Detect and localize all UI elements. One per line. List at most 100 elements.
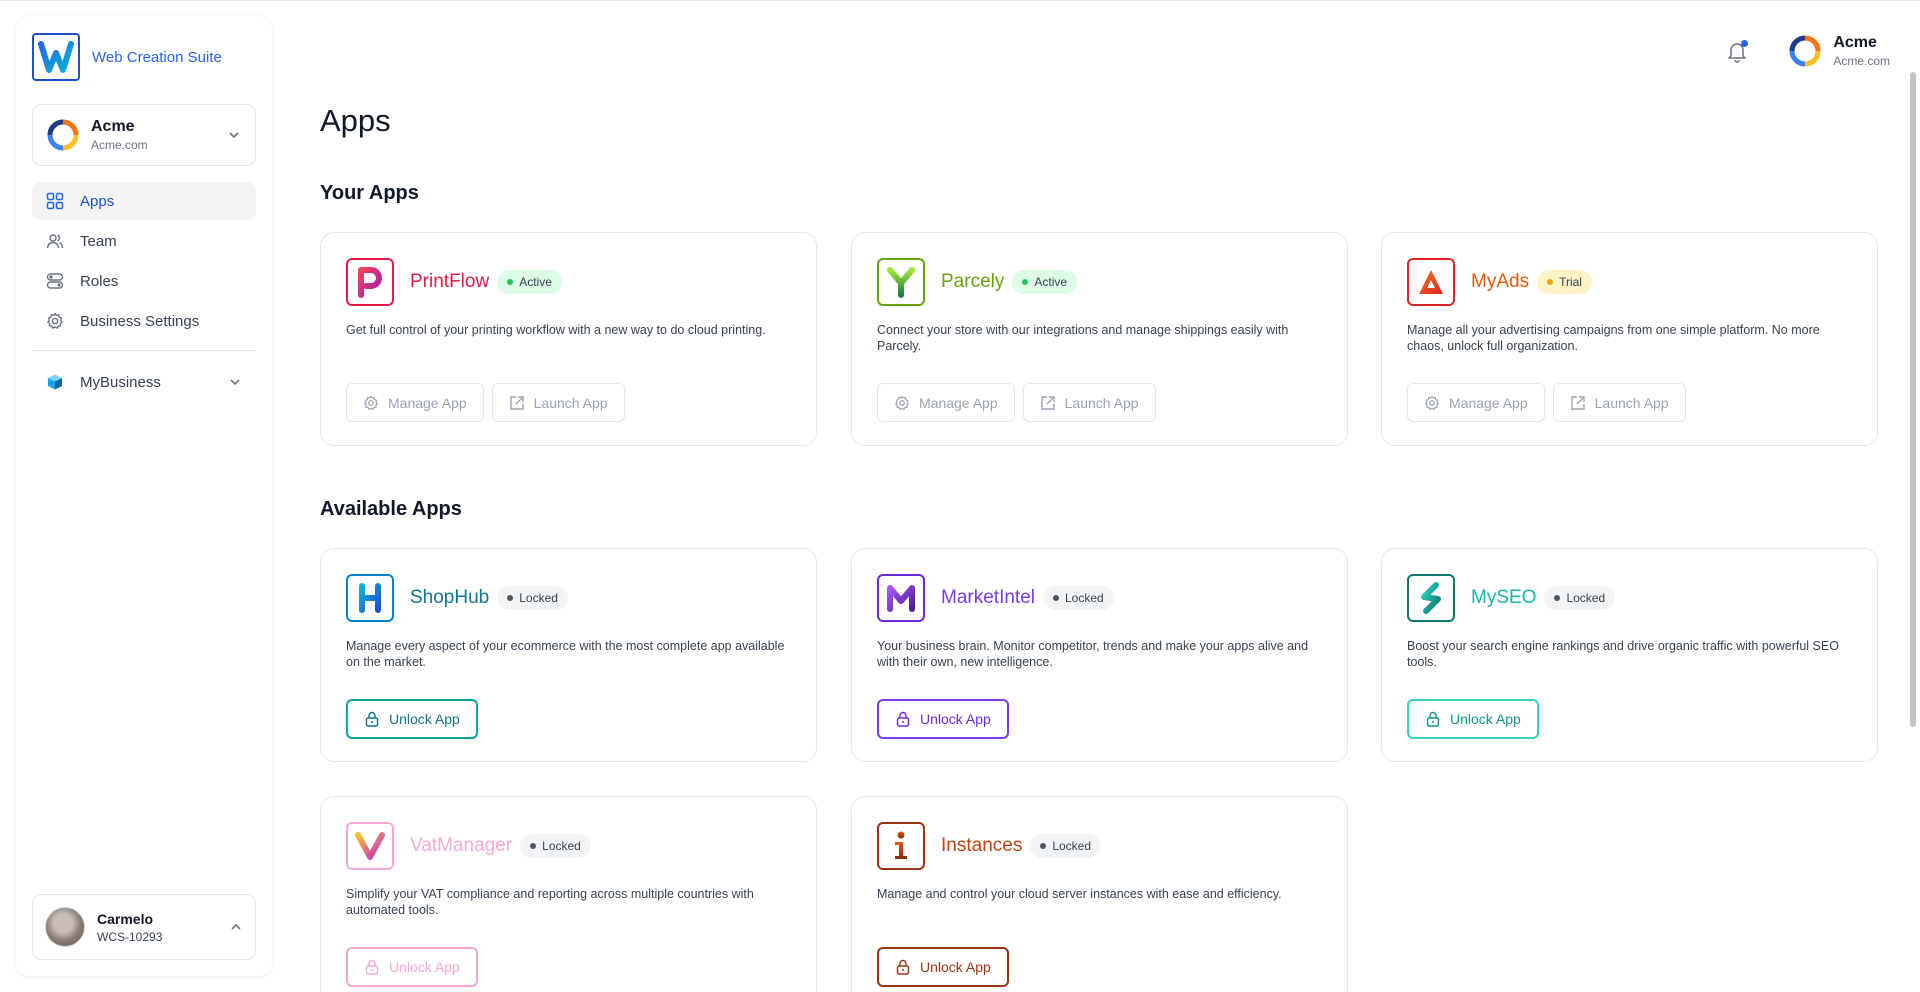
sidebar-item-label: Team [80, 232, 117, 250]
brand-name: Web Creation Suite [92, 48, 222, 66]
notifications-button[interactable] [1725, 39, 1749, 63]
sidebar-item-label: MyBusiness [80, 373, 161, 391]
app-description: Boost your search engine rankings and dr… [1407, 639, 1839, 669]
launch-app-button[interactable]: Launch App [1022, 383, 1156, 422]
toggles-icon [46, 273, 64, 289]
printflow-logo-icon [346, 258, 394, 306]
app-card-vatmanager: VatManager Locked Simplify your VAT comp… [320, 796, 817, 992]
acme-logo-icon [47, 119, 79, 151]
parcely-logo-icon [877, 258, 925, 306]
section-title-available-apps: Available Apps [320, 498, 462, 520]
sidebar-item-mybusiness[interactable]: MyBusiness [32, 363, 256, 401]
sidebar-item-business-settings[interactable]: Business Settings [32, 302, 256, 340]
launch-app-button[interactable]: Launch App [491, 383, 625, 422]
org-name: Acme [91, 118, 135, 135]
app-description: Connect your store with our integrations… [877, 323, 1289, 353]
app-name: Parcely [941, 271, 1005, 292]
status-badge: Locked [1042, 586, 1114, 610]
users-icon [46, 234, 64, 249]
unlock-app-button[interactable]: Unlock App [877, 947, 1009, 987]
status-badge: Locked [1030, 834, 1102, 858]
app-name: MyAds [1471, 271, 1530, 292]
app-card-instances: Instances Locked Manage and control your… [851, 796, 1348, 992]
app-name: ShopHub [410, 587, 490, 608]
brand[interactable]: Web Creation Suite [32, 33, 222, 81]
vatmanager-logo-icon [346, 822, 394, 870]
app-name: VatManager [410, 835, 513, 856]
avatar [45, 907, 85, 947]
myads-logo-icon [1407, 258, 1455, 306]
app-card-myads: MyAds Trial Manage all your advertising … [1381, 232, 1878, 446]
app-name: Instances [941, 835, 1023, 856]
status-badge: Active [497, 270, 562, 294]
lock-icon [896, 959, 910, 975]
app-card-shophub: ShopHub Locked Manage every aspect of yo… [320, 548, 817, 762]
lock-icon [365, 711, 379, 727]
unlock-app-button[interactable]: Unlock App [1407, 699, 1539, 739]
grid-icon [46, 192, 64, 210]
app-card-printflow: PrintFlow Active Get full control of you… [320, 232, 817, 446]
unlock-app-button[interactable]: Unlock App [346, 947, 478, 987]
app-name: PrintFlow [410, 271, 490, 292]
gear-icon [895, 395, 909, 410]
launch-app-button[interactable]: Launch App [1552, 383, 1686, 422]
external-link-icon [1040, 395, 1055, 410]
external-link-icon [1570, 395, 1585, 410]
user-id: WCS-10293 [97, 929, 163, 944]
sidebar-item-label: Roles [80, 272, 119, 290]
chevron-down-icon [230, 379, 240, 386]
cube-icon [48, 374, 62, 390]
sidebar-nav: Apps Team Roles Business Settings MyBusi… [32, 182, 256, 403]
scrollbar[interactable] [1910, 72, 1916, 727]
lock-icon [896, 711, 910, 727]
lock-icon [365, 959, 379, 975]
app-card-myseo: MySEO Locked Boost your search engine ra… [1381, 548, 1878, 762]
nav-divider [32, 350, 256, 351]
sidebar-item-apps[interactable]: Apps [32, 182, 256, 220]
top-border [0, 0, 1920, 1]
org-switcher[interactable]: Acme Acme.com [32, 104, 256, 166]
unlock-app-button[interactable]: Unlock App [877, 699, 1009, 739]
instances-logo-icon [877, 822, 925, 870]
app-description: Manage and control your cloud server ins… [877, 887, 1282, 901]
header-actions: Acme Acme.com [1725, 34, 1890, 68]
account-name: Acme [1833, 34, 1877, 51]
manage-app-button[interactable]: Manage App [877, 383, 1015, 422]
org-domain: Acme.com [91, 138, 148, 152]
app-card-parcely: Parcely Active Connect your store with o… [851, 232, 1348, 446]
sidebar-item-team[interactable]: Team [32, 222, 256, 260]
status-badge: Locked [520, 834, 591, 858]
sidebar: Web Creation Suite Acme Acme.com Apps Te… [16, 16, 272, 976]
lock-icon [1426, 711, 1440, 727]
shophub-logo-icon [346, 574, 394, 622]
gear-icon [364, 395, 378, 410]
app-description: Get full control of your printing workfl… [346, 323, 766, 337]
status-badge: Active [1012, 270, 1078, 294]
app-name: MarketIntel [941, 587, 1035, 608]
app-description: Simplify your VAT compliance and reporti… [346, 887, 754, 917]
app-card-marketintel: MarketIntel Locked Your business brain. … [851, 548, 1348, 762]
app-name: MySEO [1471, 587, 1537, 608]
brand-logo [32, 33, 80, 81]
app-description: Manage all your advertising campaigns fr… [1407, 323, 1820, 353]
gear-icon [1425, 395, 1439, 410]
manage-app-button[interactable]: Manage App [1407, 383, 1545, 422]
myseo-logo-icon [1407, 574, 1455, 622]
user-menu[interactable]: Carmelo WCS-10293 [32, 894, 256, 960]
marketintel-logo-icon [877, 574, 925, 622]
chevron-down-icon [229, 132, 239, 139]
gear-icon [47, 312, 63, 329]
app-description: Your business brain. Monitor competitor,… [877, 639, 1309, 669]
manage-app-button[interactable]: Manage App [346, 383, 484, 422]
external-link-icon [509, 395, 524, 410]
status-badge: Trial [1537, 270, 1592, 294]
sidebar-item-label: Business Settings [80, 312, 200, 330]
chevron-up-icon [231, 923, 241, 930]
status-badge: Locked [1544, 586, 1616, 610]
unlock-app-button[interactable]: Unlock App [346, 699, 478, 739]
sidebar-item-roles[interactable]: Roles [32, 262, 256, 300]
account-domain: Acme.com [1833, 54, 1890, 68]
acme-logo-icon[interactable] [1789, 35, 1821, 67]
sidebar-item-label: Apps [80, 192, 115, 210]
status-badge: Locked [497, 586, 568, 610]
